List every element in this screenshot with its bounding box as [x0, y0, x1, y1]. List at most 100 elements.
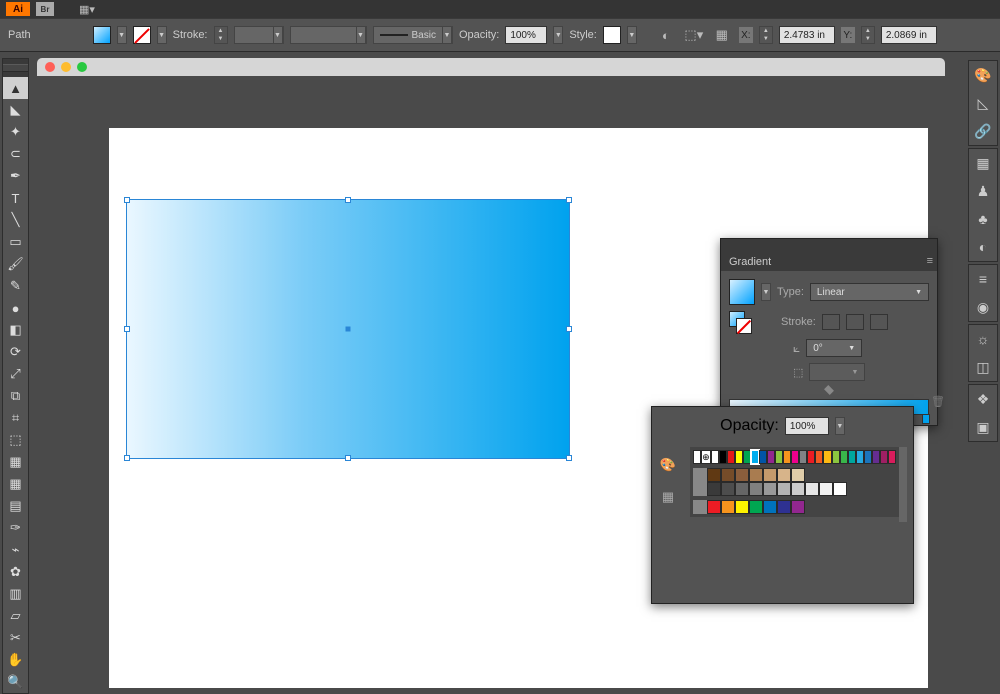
- x-input[interactable]: 2.4783 in: [779, 26, 835, 44]
- arrange-documents-icon[interactable]: ▦▾: [78, 2, 96, 16]
- gradient-midpoint-icon[interactable]: [824, 385, 834, 395]
- swatch-cell[interactable]: [799, 450, 807, 464]
- tool-gradient[interactable]: ▤: [3, 495, 28, 517]
- tool-direct-selection[interactable]: ◣: [3, 99, 28, 121]
- close-window-icon[interactable]: [45, 62, 55, 72]
- swatch-cell[interactable]: [721, 500, 735, 514]
- swatch-cell[interactable]: [840, 450, 848, 464]
- swatch-cell[interactable]: [763, 468, 777, 482]
- swatch-cell[interactable]: [721, 468, 735, 482]
- tool-rectangle[interactable]: ▭: [3, 231, 28, 253]
- tool-rotate[interactable]: ⟳: [3, 341, 28, 363]
- gradient-preview-swatch[interactable]: [729, 279, 755, 305]
- tool-pencil[interactable]: ✎: [3, 275, 28, 297]
- gradient-type-select[interactable]: Linear▼: [810, 283, 929, 301]
- tool-hand[interactable]: ✋: [3, 649, 28, 671]
- swatch-cell[interactable]: [791, 482, 805, 496]
- minimize-window-icon[interactable]: [61, 62, 71, 72]
- list-panel-icon[interactable]: ≡: [969, 265, 997, 293]
- x-spinner[interactable]: ▲▼: [759, 26, 773, 44]
- swatch-cell[interactable]: [707, 482, 721, 496]
- tool-blob-brush[interactable]: ●: [3, 297, 28, 319]
- tool-free-transform[interactable]: ⌗: [3, 407, 28, 429]
- swatch-cell[interactable]: [707, 468, 721, 482]
- curve-panel-icon[interactable]: ◺: [969, 89, 997, 117]
- swatch-cell[interactable]: [848, 450, 856, 464]
- swatch-cell[interactable]: [888, 450, 896, 464]
- panel-tab-bar[interactable]: [721, 239, 937, 253]
- swatch-opacity-input[interactable]: 100%: [785, 417, 829, 435]
- gradient-panel[interactable]: Gradient ≡ ▼ Type: Linear▼ Stroke: ⟀ 0°▼: [720, 238, 938, 426]
- swatch-cell[interactable]: [783, 450, 791, 464]
- selected-rectangle[interactable]: [126, 199, 570, 459]
- transparency-panel-icon[interactable]: ◐: [969, 233, 997, 261]
- swatch-cell[interactable]: [805, 482, 819, 496]
- tool-lasso[interactable]: ⊂: [3, 143, 28, 165]
- gradient-angle-input[interactable]: 0°▼: [806, 339, 862, 357]
- window-titlebar[interactable]: [37, 58, 945, 76]
- stroke-gradient-within-icon[interactable]: [822, 314, 840, 330]
- artboards-panel-icon[interactable]: ▣: [969, 413, 997, 441]
- recolor-icon[interactable]: ◐: [655, 24, 677, 46]
- swatch-cell[interactable]: [832, 450, 840, 464]
- swatch-cell[interactable]: [777, 468, 791, 482]
- tools-panel-handle[interactable]: [3, 59, 28, 77]
- swatch-group-folder-icon[interactable]: [693, 468, 707, 482]
- tool-perspective[interactable]: ▦: [3, 451, 28, 473]
- tool-eyedropper[interactable]: ✑: [3, 517, 28, 539]
- resize-handle-e[interactable]: [566, 326, 572, 332]
- swatch-cell[interactable]: [749, 500, 763, 514]
- swatch-cell[interactable]: [727, 450, 735, 464]
- tool-line[interactable]: ╲: [3, 209, 28, 231]
- stroke-swatch[interactable]: [133, 26, 151, 44]
- swatch-cell[interactable]: [819, 482, 833, 496]
- crop-panel-icon[interactable]: ▦: [969, 149, 997, 177]
- links-panel-icon[interactable]: 🔗: [969, 117, 997, 145]
- tool-magic-wand[interactable]: ✦: [3, 121, 28, 143]
- stroke-weight-spinner[interactable]: ▲▼: [214, 26, 228, 44]
- tool-eraser[interactable]: ◧: [3, 319, 28, 341]
- style-swatch[interactable]: [603, 26, 621, 44]
- resize-handle-s[interactable]: [345, 455, 351, 461]
- tool-selection[interactable]: ▲: [3, 77, 28, 99]
- swatch-cell[interactable]: [749, 482, 763, 496]
- swatch-cell[interactable]: [815, 450, 823, 464]
- swatch-cell[interactable]: [711, 450, 719, 464]
- swatch-cell[interactable]: [707, 500, 721, 514]
- swatch-cell[interactable]: [735, 468, 749, 482]
- tool-paintbrush[interactable]: 🖌: [3, 253, 28, 275]
- resize-handle-sw[interactable]: [124, 455, 130, 461]
- swatch-cell[interactable]: [777, 482, 791, 496]
- y-input[interactable]: 2.0869 in: [881, 26, 937, 44]
- stroke-dropdown[interactable]: ▼: [157, 26, 167, 44]
- swatch-cell[interactable]: [759, 450, 767, 464]
- align-icon[interactable]: ⬚▾: [683, 24, 705, 46]
- swatch-cell[interactable]: [807, 450, 815, 464]
- swatch-cell[interactable]: [735, 500, 749, 514]
- tool-blend[interactable]: ⌁: [3, 539, 28, 561]
- swatch-cell[interactable]: [735, 450, 743, 464]
- tool-width[interactable]: ⧉: [3, 385, 28, 407]
- opacity-input[interactable]: 100%: [505, 26, 547, 44]
- tool-scale[interactable]: ⤢: [3, 363, 28, 385]
- tool-pen[interactable]: ✒: [3, 165, 28, 187]
- swatch-cell[interactable]: [775, 450, 783, 464]
- tool-symbol-sprayer[interactable]: ✿: [3, 561, 28, 583]
- stroke-weight-combo[interactable]: ▼: [234, 26, 284, 44]
- pathfinder-panel-icon[interactable]: ◫: [969, 353, 997, 381]
- color-swatch-popup[interactable]: Opacity: 100% ▼ 🎨 ▦ ⊕: [651, 406, 914, 604]
- swatch-cell[interactable]: [872, 450, 880, 464]
- human-panel-icon[interactable]: ♟: [969, 177, 997, 205]
- swatch-cell[interactable]: [743, 450, 751, 464]
- swatch-cell[interactable]: [721, 482, 735, 496]
- swatch-cell[interactable]: [791, 450, 799, 464]
- resize-handle-ne[interactable]: [566, 197, 572, 203]
- resize-handle-n[interactable]: [345, 197, 351, 203]
- swatch-group-folder-icon[interactable]: [693, 482, 707, 496]
- swatch-cell[interactable]: [749, 468, 763, 482]
- delete-stop-icon[interactable]: 🗑: [931, 395, 945, 408]
- transform-icon[interactable]: ▦: [711, 24, 733, 46]
- swatch-none[interactable]: [693, 450, 701, 464]
- gradient-panel-title[interactable]: Gradient: [721, 253, 937, 271]
- swatch-group-folder-icon[interactable]: [693, 500, 707, 514]
